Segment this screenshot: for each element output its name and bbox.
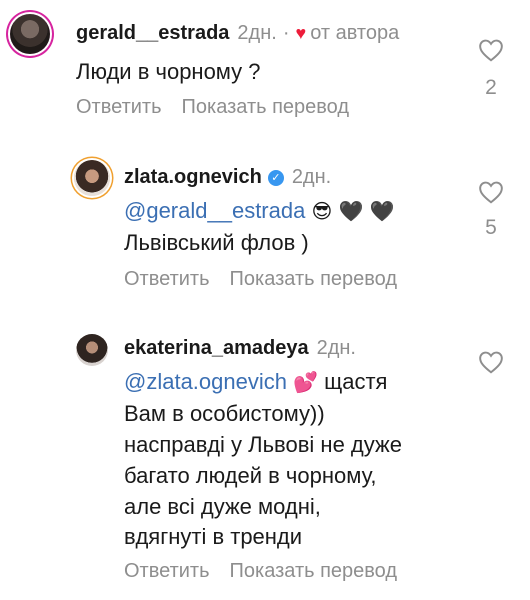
avatar[interactable] xyxy=(10,14,50,54)
like-count: 5 xyxy=(485,216,497,239)
author-like-label: от автора xyxy=(310,22,400,44)
heart-outline-icon[interactable] xyxy=(478,38,504,62)
verified-badge-icon: ✓ xyxy=(267,170,284,186)
heart-filled-icon: ♥ xyxy=(295,23,307,43)
mention-link[interactable]: @zlata.ognevich xyxy=(124,369,287,394)
comment-text-line: насправді у Львові не дуже xyxy=(124,432,402,457)
comment-text-line: але всі дуже модні, xyxy=(124,494,321,519)
mention-link[interactable]: @gerald__estrada xyxy=(124,198,305,223)
comment-text: Львівський флов ) xyxy=(124,230,309,255)
reply-button[interactable]: Ответить xyxy=(124,560,210,582)
avatar[interactable] xyxy=(76,334,108,366)
show-translation-button[interactable]: Показать перевод xyxy=(230,268,398,290)
comment-line: @gerald__estrada 😎 🖤 🖤 xyxy=(124,195,395,227)
comment-username[interactable]: gerald__estrada xyxy=(76,22,229,44)
comment-text-fragment: щастя xyxy=(324,369,388,394)
comment-time: 2дн. xyxy=(237,22,277,44)
comment-time: 2дн. xyxy=(291,166,332,188)
show-translation-button[interactable]: Показать перевод xyxy=(230,560,398,582)
separator-dot: · xyxy=(282,22,290,44)
emoji-hearts: 💕 xyxy=(293,370,319,394)
avatar[interactable] xyxy=(74,160,110,196)
show-translation-button[interactable]: Показать перевод xyxy=(182,96,350,118)
comment-text: Люди в чорному ? xyxy=(76,59,261,84)
comment-time: 2дн. xyxy=(316,337,356,359)
reply-button[interactable]: Ответить xyxy=(76,96,162,118)
comment-text-line: Вам в особистому)) xyxy=(124,401,325,426)
heart-outline-icon[interactable] xyxy=(478,180,504,204)
comment-username[interactable]: ekaterina_amadeya xyxy=(124,337,309,359)
comment-text-line: багато людей в чорному, xyxy=(124,463,377,488)
comment-line: @zlata.ognevich 💕 щастя xyxy=(124,366,387,398)
like-count: 2 xyxy=(485,76,497,99)
heart-outline-icon[interactable] xyxy=(478,350,504,374)
comment-username[interactable]: zlata.ognevich xyxy=(124,166,262,188)
comment-text-line: вдягнуті в тренди xyxy=(124,524,303,549)
emoji-sequence: 😎 🖤 🖤 xyxy=(311,199,395,223)
reply-button[interactable]: Ответить xyxy=(124,268,210,290)
